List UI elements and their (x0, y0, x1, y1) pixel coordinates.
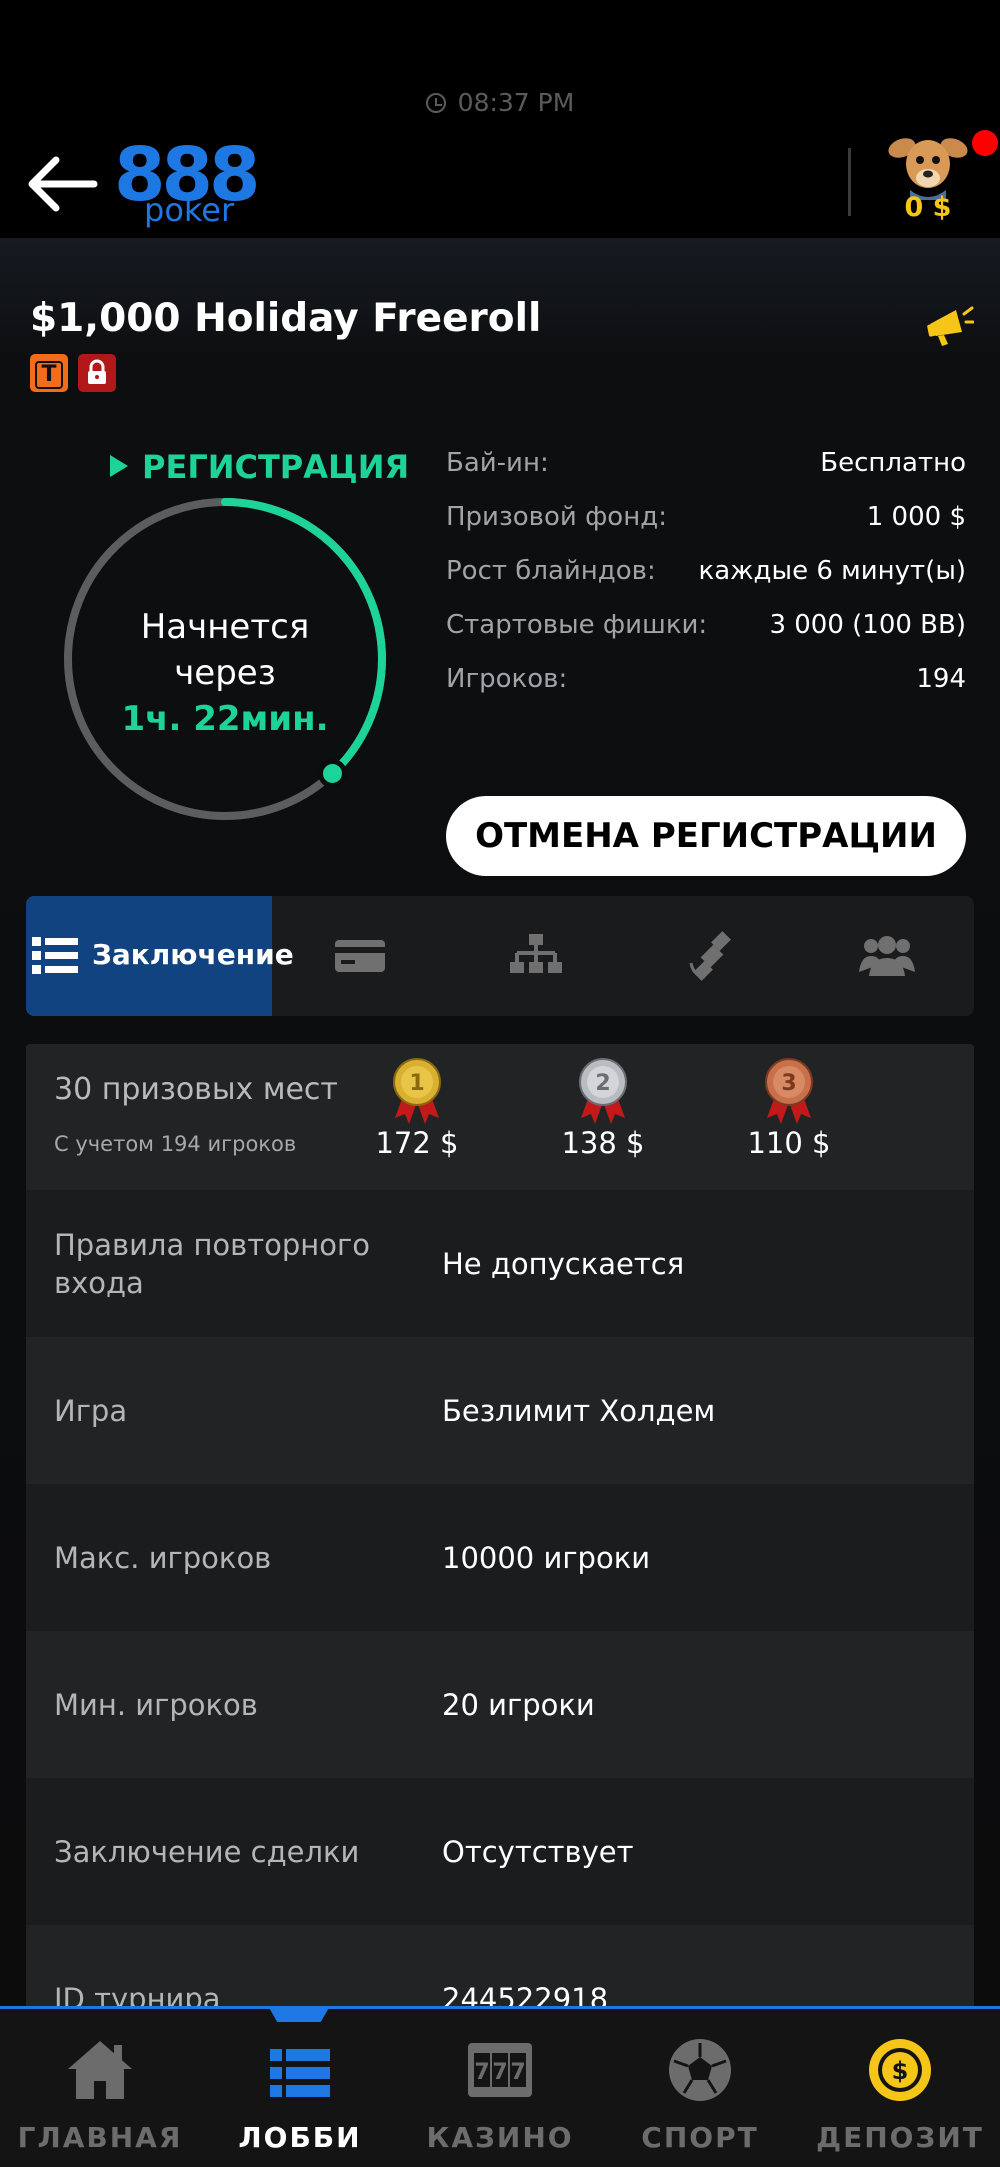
prize-places-sub: С учетом 194 игроков (54, 1132, 297, 1156)
tab-players[interactable] (800, 896, 974, 1016)
home-icon (68, 2041, 132, 2099)
detail-row-reentry: Правила повторного входа Не допускается (26, 1190, 974, 1337)
tournament-badges: T (30, 354, 126, 392)
svg-text:3: 3 (781, 1071, 796, 1096)
status-bar: 08:37 PM (0, 0, 1000, 130)
logo-888poker[interactable]: 888 poker (114, 130, 260, 230)
nav-sport[interactable]: СПОРТ (600, 2009, 800, 2167)
detail-row-game: Игра Безлимит Холдем (26, 1337, 974, 1484)
dollar-coin-icon: $ (869, 2039, 931, 2101)
lock-icon (88, 359, 106, 384)
avatar[interactable]: 0 $ (880, 130, 998, 238)
structure-icon (510, 934, 562, 973)
svg-text:$: $ (892, 2057, 909, 2085)
detail-tabs: Заключение (26, 896, 974, 1016)
app-header: 888 poker 0 $ (0, 130, 1000, 238)
info-row: Бай-ин: Бесплатно (446, 448, 966, 478)
detail-row-min-players: Мин. игроков 20 игроки (26, 1631, 974, 1778)
cancel-registration-button[interactable]: ОТМЕНА РЕГИСТРАЦИИ (446, 796, 966, 876)
lock-badge (78, 354, 116, 392)
ticket-badge: T (30, 354, 68, 392)
prize-amount: 172 $ (375, 1126, 459, 1160)
info-row: Игроков: 194 (446, 664, 966, 694)
detail-row-deal: Заключение сделки Отсутствует (26, 1778, 974, 1925)
nav-deposit[interactable]: $ ДЕПОЗИТ (800, 2009, 1000, 2167)
info-row: Призовой фонд: 1 000 $ (446, 502, 966, 532)
tournament-details: $1,000 Holiday Freeroll T РЕГИСТРАЦИЯ На… (0, 238, 1000, 2072)
medal-second: 2 138 $ (548, 1056, 658, 1160)
nav-home[interactable]: ГЛАВНАЯ (0, 2009, 200, 2167)
card-icon (335, 940, 385, 972)
soccer-ball-icon (669, 2039, 731, 2101)
summary-panel: 30 призовых мест С учетом 194 игроков 1 … (26, 1044, 974, 2072)
tab-summary[interactable]: Заключение (26, 896, 294, 1016)
prize-places: 30 призовых мест (54, 1072, 338, 1107)
svg-text:7: 7 (492, 2060, 507, 2085)
arrow-left-icon (28, 156, 98, 212)
status-time: 08:37 PM (0, 88, 1000, 117)
slot-777-icon: 7 7 7 (468, 2043, 532, 2097)
list-icon (32, 937, 78, 974)
medal-third: 3 110 $ (734, 1056, 844, 1160)
prize-amount: 110 $ (747, 1126, 831, 1160)
medal-first: 1 172 $ (362, 1056, 472, 1160)
balance-label: 0 $ (904, 192, 952, 223)
back-button[interactable] (22, 152, 102, 216)
bronze-medal-icon: 3 (765, 1058, 813, 1124)
tab-satellite[interactable] (624, 896, 800, 1016)
bottom-nav: ГЛАВНАЯ ЛОББИ 7 7 7 КАЗИНО СПОРТ $ ДЕПОЗ… (0, 2006, 1000, 2167)
svg-text:7: 7 (510, 2060, 525, 2085)
silver-medal-icon: 2 (579, 1058, 627, 1124)
tab-payment[interactable] (272, 896, 448, 1016)
prize-places-row: 30 призовых мест С учетом 194 игроков 1 … (26, 1044, 974, 1190)
lobby-list-icon (270, 2049, 330, 2097)
gold-medal-icon: 1 (393, 1058, 441, 1124)
tournament-title: $1,000 Holiday Freeroll (30, 296, 542, 341)
svg-text:7: 7 (474, 2060, 489, 2085)
tab-structure[interactable] (448, 896, 624, 1016)
svg-text:1: 1 (409, 1071, 424, 1096)
tournament-info: Бай-ин: Бесплатно Призовой фонд: 1 000 $ Р… (446, 438, 966, 708)
notification-dot (972, 130, 998, 156)
deer-avatar-icon (888, 138, 968, 200)
svg-text:2: 2 (595, 1071, 610, 1096)
prize-amount: 138 $ (561, 1126, 645, 1160)
satellite-icon (689, 931, 731, 981)
detail-row-max-players: Макс. игроков 10000 игроки (26, 1484, 974, 1631)
countdown-remaining: 1ч. 22мин. (121, 699, 329, 739)
nav-lobby[interactable]: ЛОББИ (200, 2009, 400, 2167)
ring-knob (317, 758, 347, 788)
clock-icon (425, 93, 446, 113)
info-row: Стартовые фишки: 3 000 (100 BB) (446, 610, 966, 640)
play-icon (110, 455, 128, 477)
header-divider (848, 148, 851, 216)
countdown-text: Начнется через 1ч. 22мин. (60, 604, 390, 742)
nav-casino[interactable]: 7 7 7 КАЗИНО (400, 2009, 600, 2167)
info-row: Рост блайндов: каждые 6 минут(ы) (446, 556, 966, 586)
megaphone-icon (927, 306, 975, 346)
announcement-button[interactable] (926, 304, 975, 348)
players-icon (859, 936, 915, 976)
registration-status: РЕГИСТРАЦИЯ (110, 448, 409, 486)
